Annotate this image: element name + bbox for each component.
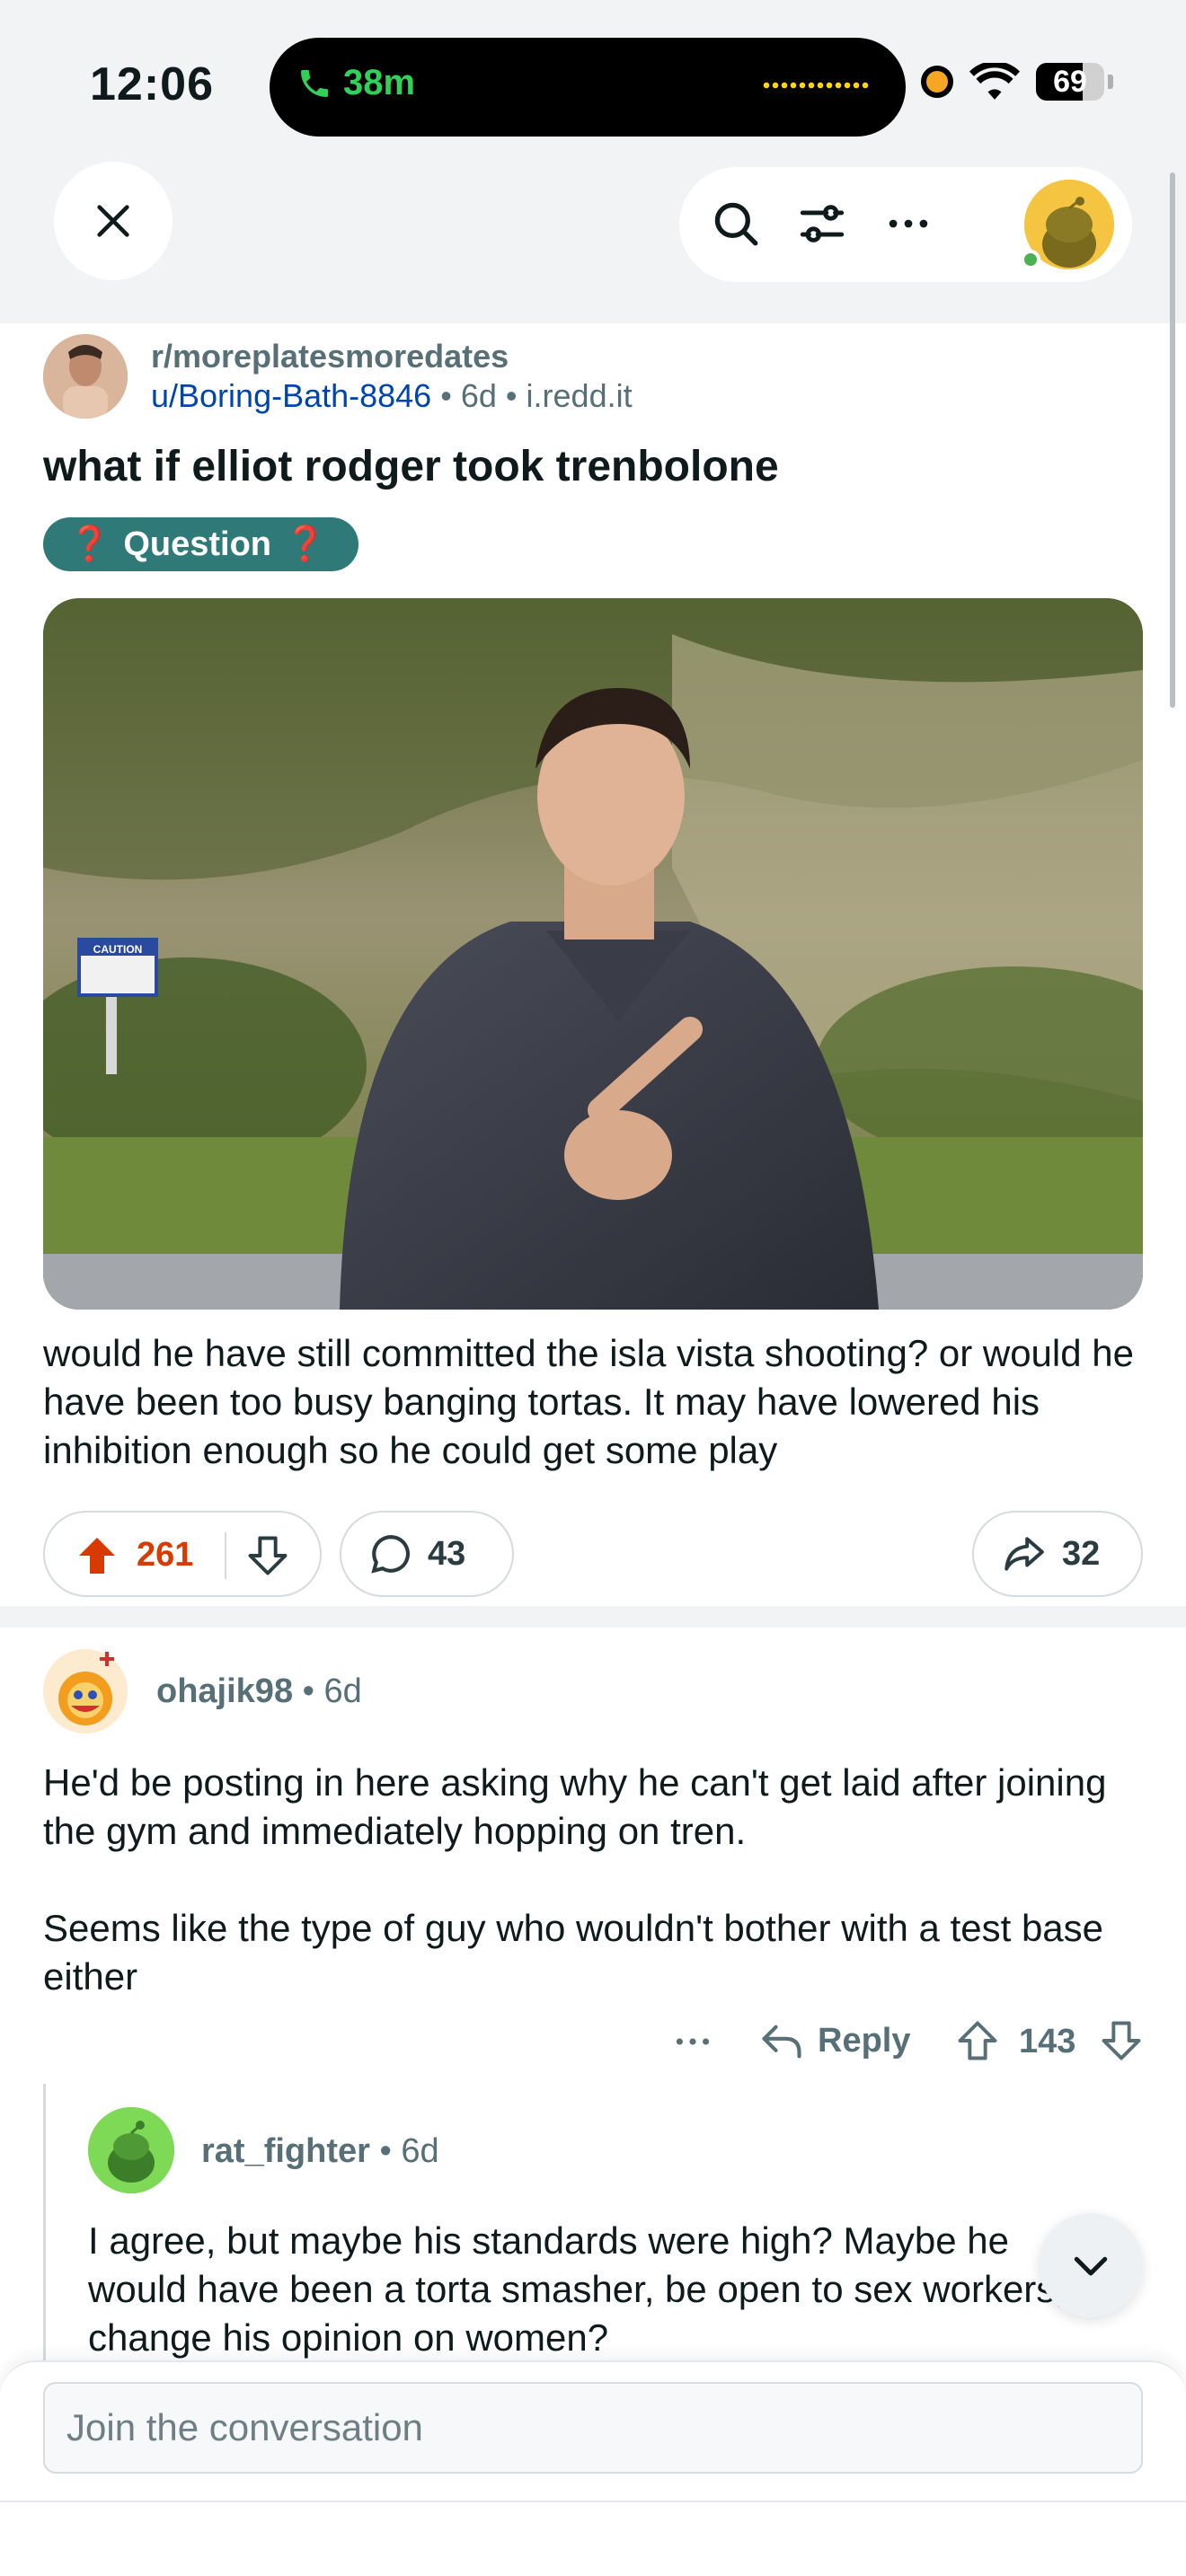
comment-body: I agree, but maybe his standards were hi…: [88, 2219, 1066, 2359]
scrollbar[interactable]: [1170, 172, 1175, 708]
subreddit-avatar-image: [43, 334, 128, 419]
call-duration: 38m: [343, 63, 416, 102]
close-icon: [97, 205, 129, 237]
post-action-row: 261 43 32: [43, 1511, 1143, 1597]
status-time: 12:06: [90, 58, 214, 110]
upvote-icon: [79, 1538, 115, 1574]
comment-score: 143: [1019, 2023, 1076, 2060]
more-icon: [676, 2038, 710, 2045]
thread-line[interactable]: [43, 2084, 46, 2371]
phone-icon: [301, 69, 328, 97]
comment-age: 6d: [401, 2132, 439, 2170]
join-conversation-input[interactable]: Join the conversation: [43, 2382, 1143, 2474]
post-body: would he have still committed the isla v…: [43, 1332, 1134, 1471]
battery-cap: [1108, 75, 1113, 89]
flair-label: Question: [123, 525, 272, 563]
comment-more-button[interactable]: [670, 2019, 715, 2069]
comment-downvote-button[interactable]: [1098, 2017, 1145, 2069]
comment-author[interactable]: rat_fighter: [201, 2132, 370, 2170]
post-flair[interactable]: ❓ Question ❓: [43, 517, 359, 571]
question-mark-icon: ❓: [68, 525, 111, 563]
comment-age: 6d: [323, 1672, 362, 1710]
downvote-outline-icon: [1102, 2021, 1141, 2060]
battery-level: 69: [1053, 65, 1087, 99]
more-icon: [889, 219, 928, 228]
comment-count: 43: [428, 1534, 466, 1573]
online-status-indicator: [1021, 250, 1040, 269]
status-icons: 69: [921, 63, 1113, 101]
bottom-divider: [0, 2501, 1186, 2502]
audio-waveform-icon: [762, 79, 870, 92]
byline-separator: •: [440, 377, 452, 414]
call-indicator[interactable]: 38m: [296, 63, 415, 103]
post-title: what if elliot rodger took trenbolone: [43, 443, 779, 490]
comment-author[interactable]: ohajik98: [156, 1672, 293, 1710]
comment-paragraph: Seems like the type of guy who wouldn't …: [43, 1907, 1104, 1998]
post-domain[interactable]: i.redd.it: [527, 377, 633, 414]
comment-body: He'd be posting in here asking why he ca…: [43, 1759, 1148, 2001]
share-button[interactable]: 32: [972, 1511, 1143, 1597]
comment-separator: •: [302, 1672, 314, 1710]
close-button[interactable]: [54, 162, 173, 280]
more-options-button[interactable]: [879, 194, 938, 253]
comment-header: rat_fighter • 6d: [201, 2132, 439, 2171]
status-bar: 12:06 38m 69: [0, 0, 1186, 162]
subreddit-avatar[interactable]: [43, 334, 128, 419]
post-meta: r/moreplatesmoredates u/Boring-Bath-8846…: [43, 334, 1139, 424]
recording-indicator-icon: [921, 66, 953, 98]
section-divider: [0, 1606, 1186, 1628]
comment-header: ohajik98 • 6d: [156, 1672, 362, 1711]
downvote-icon: [248, 1536, 288, 1575]
share-count: 32: [1062, 1534, 1101, 1573]
comment-actions: Reply 143: [0, 2012, 1186, 2075]
comments-button[interactable]: 43: [340, 1511, 514, 1597]
downvote-button[interactable]: [244, 1532, 291, 1584]
snoo-avatar-icon: [88, 2107, 174, 2193]
scroll-down-button[interactable]: [1039, 2213, 1143, 2317]
wifi-icon: [969, 63, 1020, 100]
post-age: 6d: [460, 377, 497, 414]
comment-upvote-button[interactable]: [954, 2017, 1001, 2069]
comment-avatar[interactable]: [43, 1649, 128, 1734]
subreddit-name[interactable]: r/moreplatesmoredates: [151, 338, 509, 375]
share-icon: [1005, 1537, 1044, 1571]
search-icon: [714, 202, 758, 246]
upvote-button[interactable]: [75, 1534, 119, 1582]
comment-composer-bar: Join the conversation: [0, 2360, 1186, 2576]
caution-sign-text: CAUTION: [93, 943, 143, 956]
comment-separator: •: [379, 2132, 392, 2170]
post-byline: u/Boring-Bath-8846 • 6d • i.redd.it: [151, 377, 633, 415]
dynamic-island[interactable]: 38m: [270, 38, 906, 137]
question-mark-icon: ❓: [284, 525, 327, 563]
post-author-link[interactable]: u/Boring-Bath-8846: [151, 377, 431, 414]
post-header-bar: [0, 162, 1186, 323]
reply-label: Reply: [818, 2021, 911, 2060]
search-button[interactable]: [706, 194, 766, 253]
filter-icon: [800, 205, 845, 243]
comment-bubble-icon: [371, 1535, 410, 1574]
reply-arrow-icon: [762, 2025, 801, 2059]
comment-paragraph: He'd be posting in here asking why he ca…: [43, 1761, 1107, 1852]
chevron-down-icon: [1074, 2256, 1108, 2276]
vote-control: 261: [43, 1511, 322, 1597]
post-photo: CAUTION: [43, 598, 1143, 1310]
header-actions: [679, 167, 1132, 282]
battery-icon: 69: [1036, 63, 1104, 101]
filter-button[interactable]: [792, 194, 852, 253]
vote-divider: [225, 1532, 226, 1579]
upvote-outline-icon: [958, 2021, 997, 2060]
upvote-count: 261: [137, 1536, 194, 1574]
byline-separator: •: [505, 377, 518, 414]
comment-avatar[interactable]: [88, 2107, 174, 2193]
post-image[interactable]: CAUTION: [43, 598, 1143, 1310]
reply-button[interactable]: Reply: [758, 2017, 910, 2064]
lion-avatar-icon: [43, 1649, 128, 1734]
